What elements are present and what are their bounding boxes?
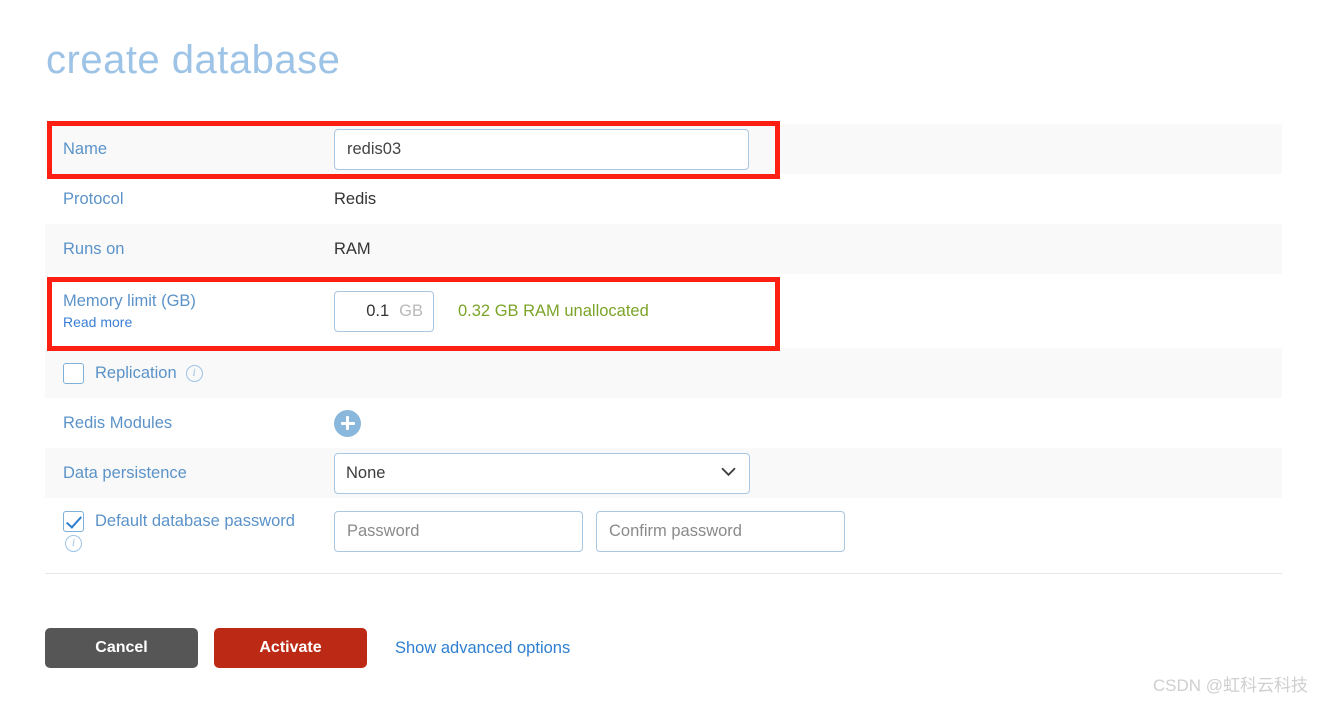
label-data-persistence: Data persistence [63,463,187,482]
row-field-protocol: Redis [334,174,1282,224]
data-persistence-selected-value[interactable]: None [334,452,750,494]
row-field-data-persistence: None [334,448,1282,498]
create-database-page: create database Name Protocol Redis Runs… [0,0,1326,712]
form-row-name: Name [45,124,1282,174]
memory-limit-value: 0.1 [366,301,390,320]
confirm-password-input[interactable] [596,510,845,552]
activate-button[interactable]: Activate [214,628,367,668]
form-row-replication: Replication i [45,348,1282,398]
data-persistence-select[interactable]: None [334,452,750,494]
memory-limit-unit: GB [399,301,423,320]
memory-unallocated-note: 0.32 GB RAM unallocated [458,301,649,320]
form-divider [45,573,1282,574]
label-name: Name [63,139,108,158]
row-label-default-password: Default database password i [45,498,334,564]
form-row-default-password: Default database password i [45,498,1282,564]
row-label-runs-on: Runs on [45,224,334,274]
cancel-button[interactable]: Cancel [45,628,198,668]
row-label-replication: Replication i [45,348,334,398]
row-label-redis-modules: Redis Modules [45,398,334,448]
label-protocol: Protocol [63,189,124,208]
replication-checkbox-line: Replication i [63,362,324,384]
default-password-checkbox[interactable] [63,510,84,532]
row-field-memory-limit: 0.1 GB 0.32 GB RAM unallocated [334,274,1282,348]
row-label-protocol: Protocol [45,174,334,224]
watermark: CSDN @虹科云科技 [1152,676,1308,695]
form-row-runs-on: Runs on RAM [45,224,1282,274]
row-field-replication [334,348,1282,398]
value-protocol: Redis [334,189,377,208]
row-field-runs-on: RAM [334,224,1282,274]
value-runs-on: RAM [334,239,371,258]
label-memory-limit: Memory limit (GB) [63,292,196,311]
show-advanced-options-link[interactable]: Show advanced options [395,639,570,658]
form-row-redis-modules: Redis Modules [45,398,1282,448]
info-circle-icon[interactable]: i [185,364,203,382]
password-checkbox-line: Default database password [63,510,324,532]
read-more-link[interactable]: Read more [63,313,324,331]
form-row-memory-limit: Memory limit (GB) Read more 0.1 GB 0.32 … [45,274,1282,348]
memory-limit-input[interactable]: 0.1 GB [334,290,434,332]
row-field-name [334,124,1282,174]
row-label-memory-limit: Memory limit (GB) Read more [45,274,334,348]
row-field-redis-modules [334,398,1282,448]
label-redis-modules: Redis Modules [63,413,173,432]
plus-circle-icon[interactable] [334,409,361,437]
info-circle-icon[interactable]: i [65,534,82,552]
label-runs-on: Runs on [63,239,125,258]
row-field-default-password [334,498,1282,564]
page-title: create database [46,38,341,82]
row-label-data-persistence: Data persistence [45,448,334,498]
row-label-name: Name [45,124,334,174]
name-input[interactable] [334,128,749,170]
form-row-data-persistence: Data persistence None [45,448,1282,498]
create-database-form: Name Protocol Redis Runs on RAM [45,124,1282,564]
action-bar: Cancel Activate Show advanced options [45,628,570,668]
label-replication: Replication [95,363,177,382]
replication-checkbox[interactable] [63,362,84,384]
form-row-protocol: Protocol Redis [45,174,1282,224]
password-input[interactable] [334,510,583,552]
label-default-password: Default database password [95,511,295,530]
